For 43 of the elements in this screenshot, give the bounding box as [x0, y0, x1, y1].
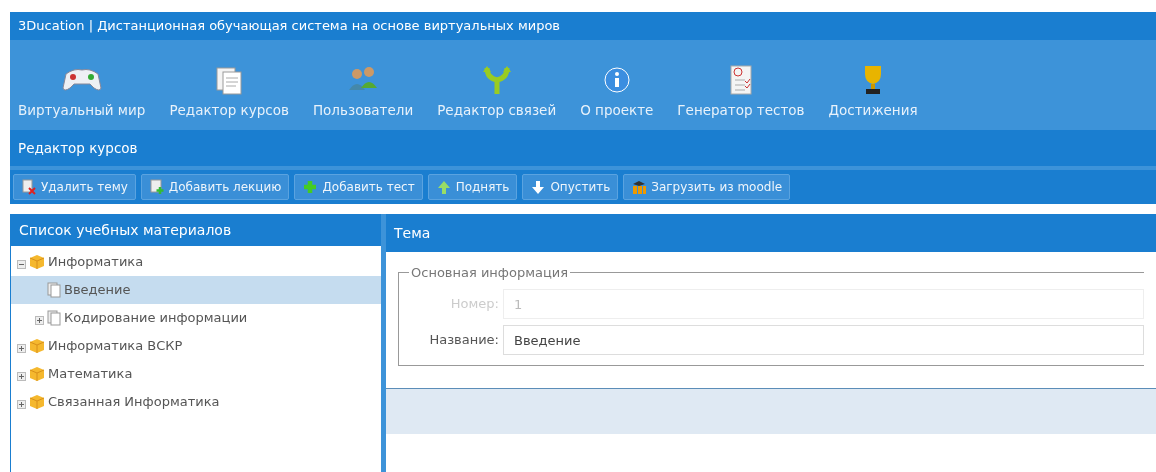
toolbar-button[interactable]: Удалить тему	[13, 174, 136, 200]
box-icon	[29, 366, 45, 382]
tree-item[interactable]: Связанная Информатика	[11, 388, 381, 416]
tree-item[interactable]: Кодирование информации	[11, 304, 381, 332]
add-document-icon	[148, 179, 165, 195]
expand-icon[interactable]	[17, 343, 26, 353]
tree-item[interactable]: Введение	[11, 276, 381, 304]
toolbar-button[interactable]: Добавить тест	[294, 174, 423, 200]
toolbar-button[interactable]: Опустить	[522, 174, 619, 200]
document-icon	[47, 282, 61, 298]
section-title: Редактор курсов	[18, 138, 138, 158]
nav-item[interactable]: Достижения	[820, 63, 926, 120]
fieldset-legend: Основная информация	[409, 266, 571, 279]
expand-icon[interactable]	[17, 399, 26, 409]
plus-icon	[302, 179, 319, 195]
nav-item[interactable]: Пользователи	[304, 63, 422, 120]
expand-icon[interactable]	[17, 371, 26, 381]
down-arrow-icon	[530, 179, 547, 195]
box-icon	[29, 254, 45, 270]
tree-item[interactable]: Математика	[11, 360, 381, 388]
nav-item[interactable]: Редактор связей	[429, 63, 565, 120]
field-label: Название:	[428, 331, 499, 350]
panel-header: Список учебных материалов	[11, 214, 381, 246]
collapse-icon[interactable]	[17, 259, 26, 269]
toolbar-button[interactable]: Загрузить из moodle	[623, 174, 791, 200]
window-title: 3Ducation | Дистанционная обучающая система на основе виртуальных миров	[10, 12, 1156, 40]
toolbar-button[interactable]: Добавить лекцию	[140, 174, 290, 200]
nav-item[interactable]: Генератор тестов	[669, 63, 813, 120]
document-icon	[47, 310, 61, 326]
nav-item[interactable]: О проекте	[572, 63, 662, 120]
box-icon	[29, 338, 45, 354]
moodle-icon	[631, 179, 648, 195]
tree-item[interactable]: Информатика ВСКР	[11, 332, 381, 360]
tree-item[interactable]: Информатика	[11, 248, 381, 276]
panel-header: Тема	[386, 214, 1156, 252]
nav-item[interactable]: Редактор курсов	[161, 63, 297, 120]
box-icon	[29, 394, 45, 410]
up-arrow-icon	[435, 179, 452, 195]
expand-icon[interactable]	[35, 315, 44, 325]
toolbar-button[interactable]: Поднять	[427, 174, 518, 200]
input-field[interactable]: Введение	[503, 325, 1144, 355]
nav-item[interactable]: Виртуальный мир	[10, 63, 154, 120]
delete-icon	[21, 179, 37, 195]
